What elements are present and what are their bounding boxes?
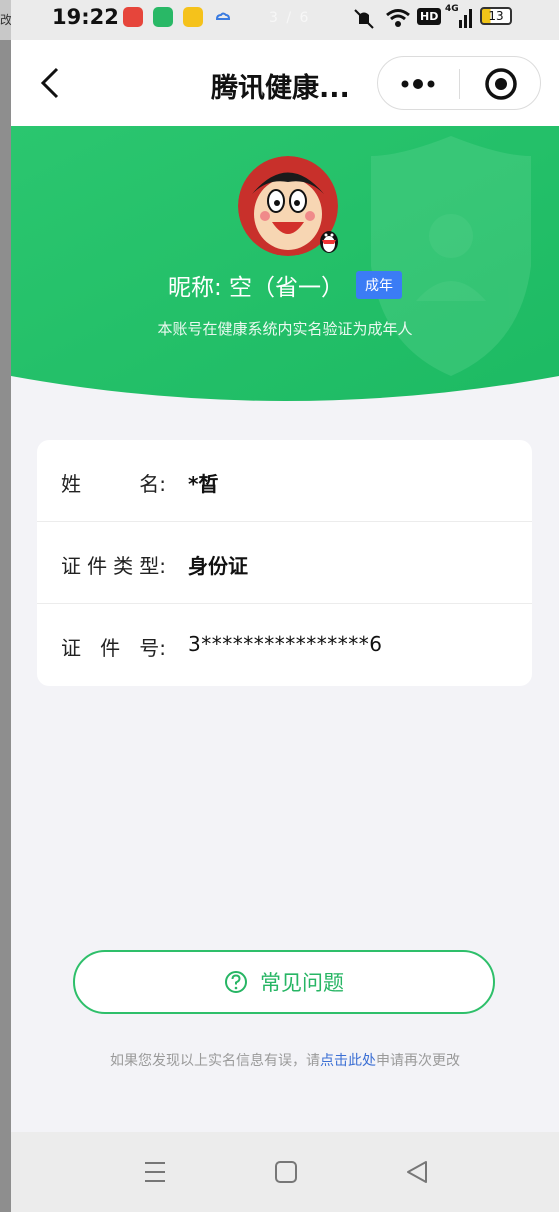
app-notification-icon [153,7,173,27]
info-value-id-number: 3****************6 [188,632,383,656]
click-here-link[interactable]: 点击此处 [320,1053,376,1069]
close-target-icon [485,68,517,100]
system-nav-bar [11,1132,559,1212]
info-value-id-type: 身份证 [188,554,248,578]
mini-program-capsule [377,56,541,110]
more-icon [401,79,435,89]
note-prefix: 如果您发现以上实名信息有误，请 [110,1053,320,1069]
info-row-id-type: 证件类型: 身份证 [37,522,532,604]
info-row-name: 姓名: *晳 [37,440,532,522]
left-edge-strip: 改 [0,0,11,1212]
page-indicator: 3 / 6 [269,10,311,26]
info-label: 证件类型: [61,554,166,578]
battery-icon: 13 [480,7,512,25]
verify-text: 本账号在健康系统内实名验证为成年人 [157,320,413,338]
correction-note: 如果您发现以上实名信息有误，请点击此处申请再次更改 [11,1050,559,1070]
wifi-icon [386,9,410,27]
app-notification-icon [123,7,143,27]
back-triangle-icon[interactable] [399,1154,435,1190]
nickname-line: 昵称: 空（省一） 成年 [11,268,559,302]
info-value-name: *晳 [188,472,219,496]
info-label: 姓名: [61,472,166,496]
faq-label: 常见问题 [260,971,344,995]
network-type: 4G [445,4,459,14]
nickname: 昵称: 空（省一） [167,275,345,301]
menu-icon[interactable] [137,1154,173,1190]
faq-button[interactable]: 常见问题 [73,950,495,1014]
hd-icon: HD [417,8,442,25]
question-icon [225,971,247,993]
nav-bar: 腾讯健康... [11,40,559,126]
qq-penguin-icon [320,231,338,253]
profile-header: 昵称: 空（省一） 成年 本账号在健康系统内实名验证为成年人 [11,126,559,416]
close-button[interactable] [460,57,542,111]
app-notification-icon [183,7,203,27]
mute-icon [354,9,374,29]
cloud-icon [215,12,231,20]
identity-card: 姓名: *晳 证件类型: 身份证 证件号: 3****************6 [37,440,532,686]
info-label: 证件号: [61,636,166,660]
page-title: 腾讯健康... [211,73,350,104]
note-suffix: 申请再次更改 [376,1053,460,1069]
info-row-id-number: 证件号: 3****************6 [37,604,532,686]
age-badge: 成年 [356,271,403,299]
back-icon[interactable] [37,66,63,100]
phone-screen: 19:22 3 / 6 HD 4G 13 腾讯健康... 昵称: 空（省一） 成… [11,0,559,1212]
left-edge-text: 改 [0,0,11,40]
more-button[interactable] [378,57,459,111]
status-bar: 19:22 3 / 6 HD 4G 13 [11,0,559,40]
home-icon[interactable] [268,1154,304,1190]
status-time: 19:22 [52,5,119,29]
